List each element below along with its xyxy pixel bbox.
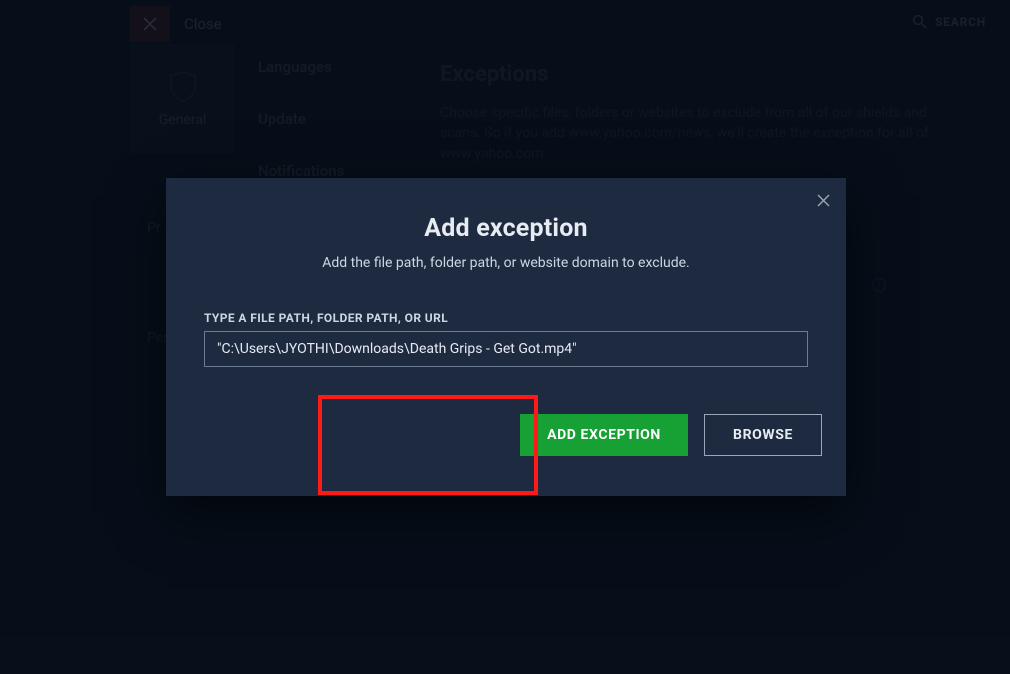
- modal-close-button[interactable]: [817, 192, 830, 211]
- browse-button[interactable]: BROWSE: [704, 414, 822, 456]
- path-input[interactable]: [204, 331, 808, 367]
- add-exception-button[interactable]: ADD EXCEPTION: [520, 414, 688, 456]
- modal-button-row: ADD EXCEPTION BROWSE: [520, 414, 822, 456]
- close-icon: [817, 194, 830, 207]
- modal-title: Add exception: [166, 214, 846, 243]
- path-input-label: TYPE A FILE PATH, FOLDER PATH, OR URL: [204, 311, 846, 325]
- add-exception-modal: Add exception Add the file path, folder …: [166, 178, 846, 496]
- modal-subtitle: Add the file path, folder path, or websi…: [166, 255, 846, 271]
